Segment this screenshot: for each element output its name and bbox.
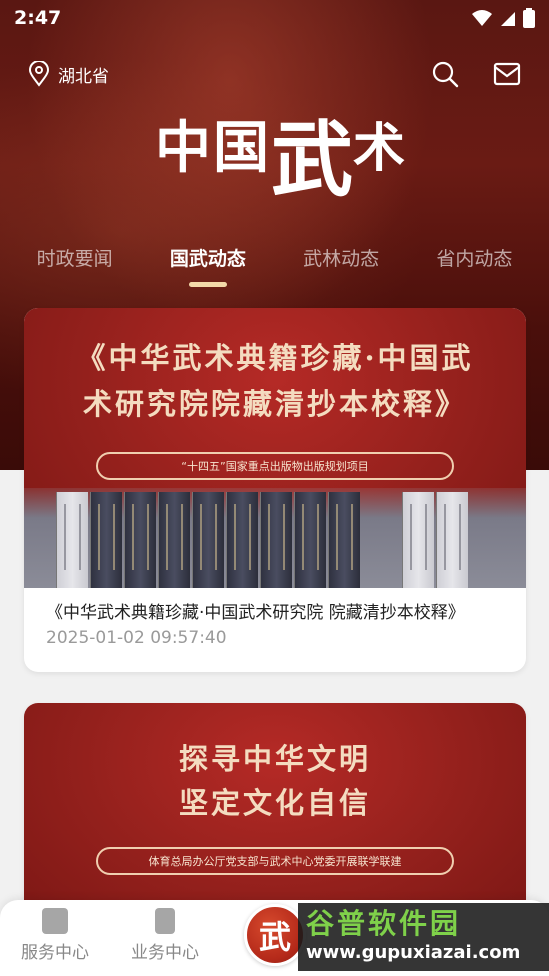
- book-spine: [192, 492, 224, 588]
- banner-title-line2: 坚定文化自信: [178, 786, 371, 820]
- battery-icon: [523, 8, 535, 28]
- location-label: 湖北省: [58, 66, 109, 87]
- nav-service-center-label: 服务中心: [21, 943, 89, 963]
- book-spine: [436, 492, 468, 588]
- wifi-icon: [472, 10, 492, 26]
- site-watermark: 谷普软件园 www.gupuxiazai.com: [298, 903, 549, 971]
- nav-business-center[interactable]: 业务中心: [115, 908, 215, 963]
- active-tab-indicator: [188, 281, 227, 287]
- banner-title-line1: 探寻中华文明: [178, 742, 371, 776]
- location-selector[interactable]: 湖北省: [28, 61, 109, 87]
- bookmark-icon: [155, 908, 175, 934]
- nav-home-button[interactable]: 武: [244, 904, 306, 966]
- tab-guowu[interactable]: 国武动态: [166, 238, 250, 287]
- book-spine: [226, 492, 258, 588]
- tab-shizheng[interactable]: 时政要闻: [33, 238, 117, 277]
- logo-text-wu: 武: [270, 111, 353, 208]
- book-spine: [260, 492, 292, 588]
- book-spine: [328, 492, 360, 588]
- book-spine: [402, 492, 434, 588]
- signal-icon: [501, 12, 515, 26]
- news-card[interactable]: 《中华武术典籍珍藏·中国武 术研究院院藏清抄本校释》 “十四五”国家重点出版物出…: [24, 308, 526, 672]
- category-tabs: 时政要闻 国武动态 武林动态 省内动态: [0, 232, 549, 287]
- book-spine: [158, 492, 190, 588]
- book-spine: [90, 492, 122, 588]
- book-spine: [294, 492, 326, 588]
- mail-icon[interactable]: [493, 62, 521, 86]
- watermark-url: www.gupuxiazai.com: [306, 942, 521, 963]
- status-icons: [471, 8, 535, 28]
- banner-pill: “十四五”国家重点出版物出版规划项目: [96, 452, 454, 480]
- nav-business-center-label: 业务中心: [131, 943, 199, 963]
- book-photo: [24, 488, 526, 588]
- news-card-banner: 探寻中华文明 坚定文化自信 体育总局办公厅党支部与武术中心党委开展联学联建: [24, 703, 526, 933]
- location-pin-icon: [28, 61, 50, 87]
- tab-wulin[interactable]: 武林动态: [299, 238, 383, 277]
- banner-title-line1: 《中华武术典籍珍藏·中国武: [76, 341, 474, 375]
- watermark-text: 谷普软件园: [306, 907, 462, 940]
- book-spine: [56, 492, 88, 588]
- status-time: 2:47: [14, 7, 62, 29]
- news-date: 2025-01-02 09:57:40: [46, 628, 227, 648]
- header-top-row: 湖北省: [0, 56, 549, 92]
- news-card-banner: 《中华武术典籍珍藏·中国武 术研究院院藏清抄本校释》 “十四五”国家重点出版物出…: [24, 308, 526, 588]
- tab-guowu-label: 国武动态: [169, 247, 246, 270]
- book-spine: [124, 492, 156, 588]
- banner-pill: 体育总局办公厅党支部与武术中心党委开展联学联建: [96, 847, 454, 875]
- logo-text-shu: 术: [353, 117, 406, 179]
- logo-text-zhongguo: 中国: [154, 114, 271, 181]
- app-logo: 中国 武 术: [140, 88, 420, 208]
- status-bar: 2:47: [0, 0, 549, 36]
- banner-title-line2: 术研究院院藏清抄本校释》: [82, 387, 467, 421]
- news-card[interactable]: 探寻中华文明 坚定文化自信 体育总局办公厅党支部与武术中心党委开展联学联建: [24, 703, 526, 933]
- search-icon[interactable]: [431, 60, 459, 88]
- tab-shengnei[interactable]: 省内动态: [432, 238, 516, 277]
- chat-icon: [42, 908, 68, 934]
- news-title: 《中华武术典籍珍藏·中国武术研究院 院藏清抄本校释》: [46, 603, 465, 623]
- nav-service-center[interactable]: 服务中心: [5, 908, 105, 963]
